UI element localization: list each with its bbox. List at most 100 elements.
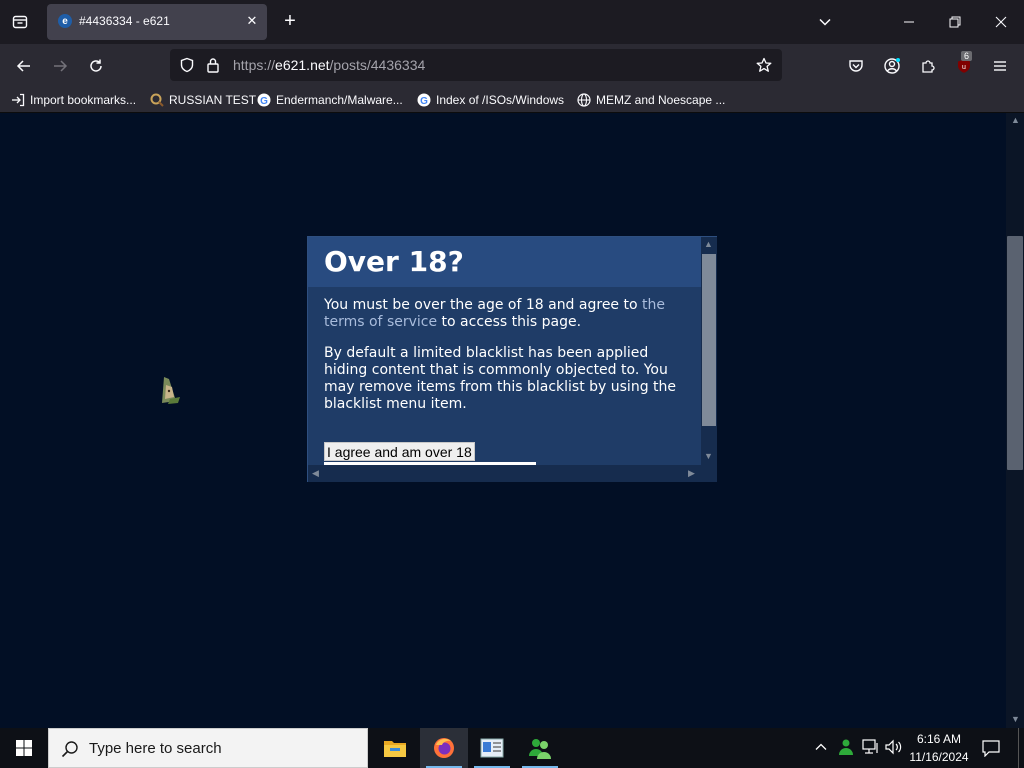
ublock-extension-button[interactable]: u 6 <box>950 51 978 80</box>
page-scroll-up-icon[interactable]: ▲ <box>1011 115 1020 125</box>
e621-favicon-icon: e <box>58 14 72 28</box>
dialog-header: Over 18? <box>308 237 701 287</box>
bookmark-label: Import bookmarks... <box>30 93 137 107</box>
arrow-left-icon <box>16 60 30 72</box>
scroll-left-icon[interactable]: ◀ <box>312 468 319 479</box>
back-button[interactable] <box>10 52 38 80</box>
pocket-icon <box>849 60 863 72</box>
list-all-tabs-button[interactable] <box>815 12 835 32</box>
people-app-icon <box>529 739 551 759</box>
url-host: e621.net <box>275 57 330 73</box>
bookmark-label: RUSSIAN TEST <box>169 93 257 107</box>
bookmark-import[interactable]: Import bookmarks... <box>11 91 136 109</box>
volume-icon[interactable] <box>885 739 903 760</box>
news-app-icon <box>480 738 504 758</box>
bookmark-label: MEMZ and Noescape ... <box>596 93 726 107</box>
account-icon <box>884 58 900 74</box>
page-content: Over 18? You must be over the age of 18 … <box>0 113 1024 728</box>
file-explorer-icon <box>384 741 406 757</box>
firefox-icon <box>434 738 454 758</box>
taskbar-search-box[interactable]: Type here to search <box>48 728 368 768</box>
page-scroll-thumb[interactable] <box>1007 236 1023 470</box>
taskbar-file-explorer[interactable] <box>371 728 419 768</box>
tab-strip: e #4436334 - e621 ✕ + <box>0 0 1024 44</box>
bookmark-russian-test[interactable]: RUSSIAN TEST <box>150 91 256 109</box>
svg-text:G: G <box>260 96 268 107</box>
bookmark-endermanch[interactable]: G Endermanch/Malware... <box>257 91 403 109</box>
google-favicon-icon: G <box>417 93 431 107</box>
restore-icon <box>949 16 961 28</box>
search-icon <box>61 740 79 763</box>
show-hidden-icons-chevron-up-icon[interactable] <box>814 740 828 759</box>
network-icon[interactable] <box>862 739 880 760</box>
svg-text:G: G <box>420 96 428 107</box>
new-tab-button[interactable]: + <box>279 10 301 32</box>
magnifier-favicon-icon <box>150 93 164 107</box>
chevron-down-icon <box>819 18 831 26</box>
show-desktop-button[interactable] <box>1018 728 1019 768</box>
arrow-right-icon <box>54 60 68 72</box>
tab-close-icon[interactable]: ✕ <box>244 13 260 29</box>
address-bar[interactable]: https://e621.net/posts/4436334 <box>170 49 782 81</box>
page-vertical-scrollbar[interactable]: ▲ ▼ <box>1006 113 1024 728</box>
svg-text:u: u <box>962 64 966 71</box>
reload-button[interactable] <box>82 52 110 80</box>
tracking-shield-icon[interactable] <box>179 57 195 78</box>
windows-logo-icon <box>16 740 32 756</box>
taskbar-people-app[interactable] <box>516 728 564 768</box>
minimize-button[interactable] <box>899 12 919 32</box>
bookmark-star-icon[interactable] <box>756 57 772 78</box>
globe-icon <box>577 93 591 107</box>
search-placeholder: Type here to search <box>89 740 222 757</box>
bookmark-index-isos[interactable]: G Index of /ISOs/Windows <box>417 91 564 109</box>
import-icon <box>11 93 25 107</box>
taskbar-news-app[interactable] <box>468 728 516 768</box>
lock-icon[interactable] <box>206 57 220 78</box>
start-button[interactable] <box>0 728 48 768</box>
desktop-buddy-sprite <box>162 377 180 404</box>
tab-title: #4436334 - e621 <box>79 14 170 28</box>
browser-tab[interactable]: e #4436334 - e621 ✕ <box>47 4 267 40</box>
dialog-horizontal-scrollbar[interactable]: ◀ ▶ <box>308 465 717 482</box>
puzzle-icon <box>922 60 935 73</box>
pocket-button[interactable] <box>842 52 870 80</box>
blacklist-paragraph: By default a limited blacklist has been … <box>324 345 677 412</box>
agree-over-18-button[interactable]: I agree and am over 18 <box>324 442 475 461</box>
notification-center-icon[interactable] <box>982 739 1000 762</box>
navigation-toolbar: https://e621.net/posts/4436334 u 6 <box>0 44 1024 86</box>
bookmark-label: Endermanch/Malware... <box>276 93 403 107</box>
dialog-title: Over 18? <box>324 245 464 278</box>
bookmark-label: Index of /ISOs/Windows <box>436 93 565 107</box>
taskbar-firefox[interactable] <box>420 728 468 768</box>
url-text[interactable]: https://e621.net/posts/4436334 <box>233 57 425 73</box>
bookmarks-toolbar: Import bookmarks... RUSSIAN TEST G Ender… <box>0 86 1024 113</box>
tray-people-icon[interactable] <box>837 738 855 761</box>
clock-date[interactable]: 11/16/2024 <box>906 750 972 764</box>
scroll-up-icon[interactable]: ▲ <box>704 239 713 249</box>
reload-icon <box>90 59 102 72</box>
dialog-vertical-scrollbar[interactable]: ▲ ▼ <box>701 237 717 465</box>
page-scroll-down-icon[interactable]: ▼ <box>1011 714 1020 724</box>
bookmark-memz[interactable]: MEMZ and Noescape ... <box>577 91 725 109</box>
clock-time[interactable]: 6:16 AM <box>910 732 968 746</box>
app-menu-button[interactable] <box>986 52 1014 80</box>
close-window-button[interactable] <box>991 12 1011 32</box>
terms-text-after: to access this page. <box>437 314 582 330</box>
close-icon <box>995 16 1007 28</box>
scroll-right-icon[interactable]: ▶ <box>688 468 695 479</box>
google-favicon-icon: G <box>257 93 271 107</box>
dialog-scroll-thumb[interactable] <box>702 254 716 426</box>
terms-paragraph: You must be over the age of 18 and agree… <box>324 297 684 331</box>
age-verification-dialog: Over 18? You must be over the age of 18 … <box>307 236 717 482</box>
tab-list-button[interactable] <box>6 8 34 36</box>
scroll-down-icon[interactable]: ▼ <box>704 451 713 461</box>
extensions-button[interactable] <box>914 52 942 80</box>
minimize-icon <box>904 21 914 23</box>
terms-text-before: You must be over the age of 18 and agree… <box>324 297 642 313</box>
forward-button[interactable] <box>46 52 74 80</box>
account-button[interactable] <box>878 52 906 80</box>
restore-button[interactable] <box>945 12 965 32</box>
url-scheme: https:// <box>233 57 276 73</box>
windows-taskbar: Type here to search 6:16 AM 11/16/2024 <box>0 728 1024 768</box>
extension-badge: 6 <box>961 51 973 61</box>
